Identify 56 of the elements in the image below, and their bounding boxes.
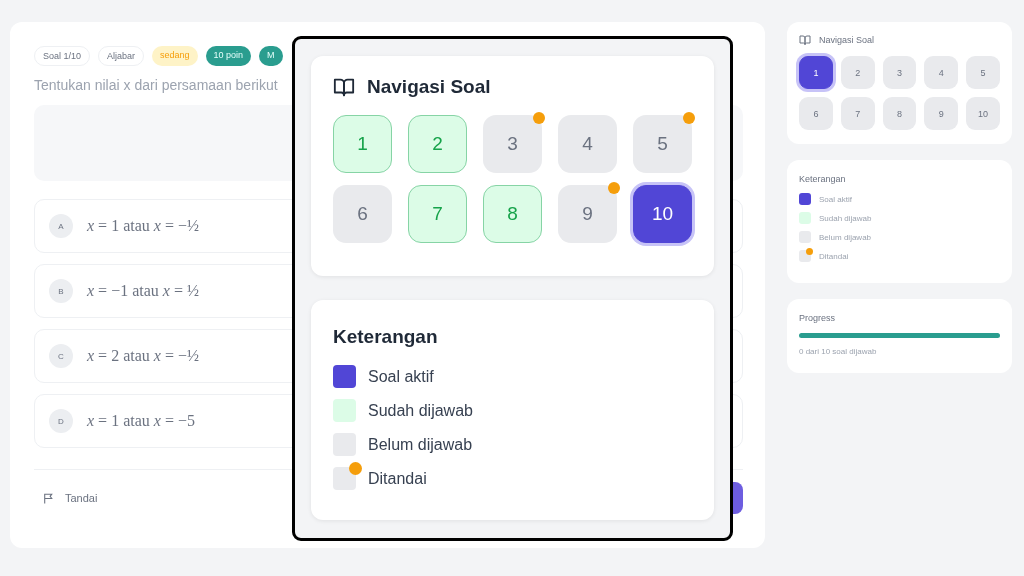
legend-label: Belum dijawab (819, 232, 872, 242)
legend-label: Ditandai (368, 469, 427, 488)
question-number-button[interactable]: 9 (924, 97, 959, 130)
card-title: Keterangan (333, 326, 439, 348)
flag-dot (806, 248, 813, 255)
question-number-button[interactable]: 10 (633, 185, 692, 243)
question-number-button[interactable]: 7 (840, 97, 875, 130)
question-number-button[interactable]: 7 (408, 185, 467, 243)
question-number-button[interactable]: 5 (966, 56, 1000, 89)
question-number-button[interactable]: 1 (333, 115, 392, 173)
legend-swatch (333, 365, 356, 388)
card-title: Keterangan (799, 174, 847, 184)
question-number-button[interactable]: 3 (882, 56, 917, 89)
question-number-button[interactable]: 4 (558, 115, 617, 173)
option-text: x = 2 atau x = −½ (87, 347, 199, 365)
option-letter: B (49, 279, 73, 303)
legend-swatch (799, 212, 811, 224)
tag-chip: sedang (152, 46, 198, 66)
option-text: x = −1 atau x = ½ (87, 282, 199, 300)
question-number-button[interactable]: 2 (840, 56, 875, 89)
book-icon (799, 34, 811, 46)
card-title: Navigasi Soal (367, 76, 491, 98)
book-icon (333, 76, 355, 98)
card-title: Progress (799, 313, 836, 323)
flag-icon (42, 491, 55, 505)
question-number-button[interactable]: 8 (882, 97, 917, 130)
question-number-button[interactable]: 5 (633, 115, 692, 173)
legend-label: Ditandai (819, 251, 849, 261)
flag-button[interactable]: Tandai (34, 487, 106, 509)
card-title: Navigasi Soal (819, 35, 875, 45)
legend-label: Sudah dijawab (368, 401, 473, 420)
question-number-button[interactable]: 8 (483, 185, 542, 243)
question-number-button[interactable]: 6 (333, 185, 392, 243)
option-letter: C (49, 344, 73, 368)
option-letter: D (49, 409, 73, 433)
question-number-button[interactable]: 2 (408, 115, 467, 173)
legend-swatch (333, 399, 356, 422)
tag-chip: M (259, 46, 283, 66)
option-text: x = 1 atau x = −½ (87, 217, 199, 235)
question-number-button[interactable]: 3 (483, 115, 542, 173)
question-number-button[interactable]: 4 (924, 56, 959, 89)
tag-chip: 10 poin (205, 46, 252, 66)
question-number-button[interactable]: 9 (558, 185, 617, 243)
legend-label: Belum dijawab (368, 435, 473, 454)
question-number-button[interactable]: 6 (799, 97, 833, 130)
legend-label: Soal aktif (819, 194, 852, 204)
option-text: x = 1 atau x = −5 (87, 412, 195, 430)
option-letter: A (49, 214, 73, 238)
progress-caption: 0 dari 10 soal dijawab (799, 347, 878, 356)
legend-swatch (799, 193, 811, 205)
legend-label: Soal aktif (368, 367, 434, 386)
question-text: Tentukan nilai x dari persamaan berikut (34, 77, 278, 93)
legend-label: Sudah dijawab (819, 213, 872, 223)
flag-dot (349, 462, 362, 475)
question-number-button[interactable]: 10 (966, 97, 1000, 130)
question-number-button[interactable]: 1 (799, 56, 833, 89)
